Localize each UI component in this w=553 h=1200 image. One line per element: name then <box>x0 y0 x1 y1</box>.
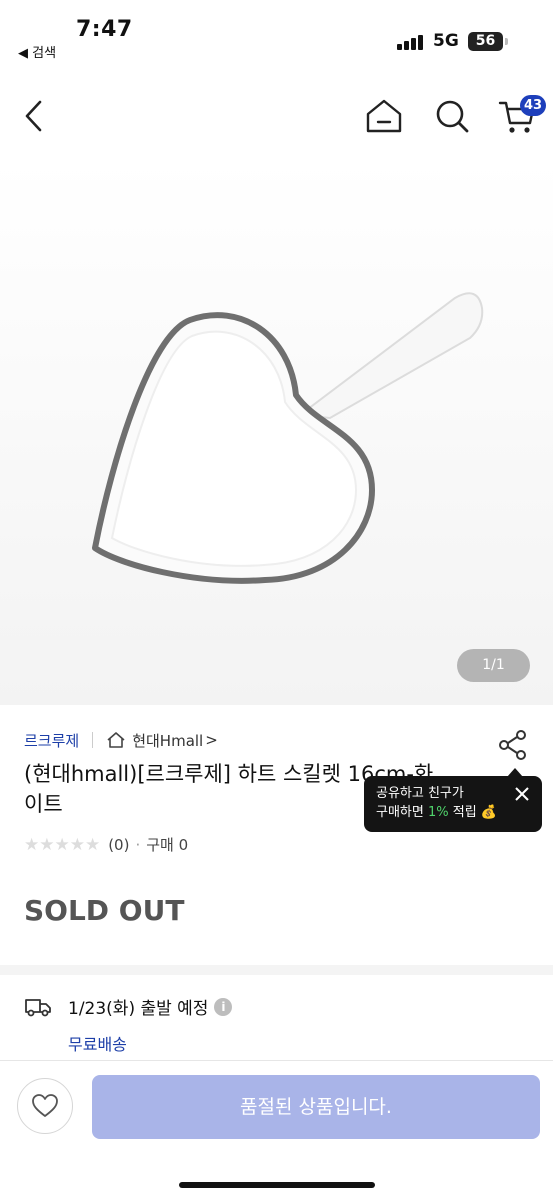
purchase-count: 구매 0 <box>146 836 189 854</box>
home-icon <box>107 732 125 748</box>
review-count[interactable]: (0) <box>108 836 129 854</box>
back-to-app-link[interactable]: ◀ 검색 <box>18 42 56 61</box>
mall-link[interactable]: 현대Hmall > <box>106 730 218 751</box>
separator-dot: · <box>135 835 141 854</box>
brand-row: 르크루제 현대Hmall > <box>24 730 218 750</box>
wishlist-button[interactable] <box>17 1078 73 1134</box>
share-icon <box>499 730 526 760</box>
brand-link[interactable]: 르크루제 <box>24 730 79 751</box>
home-icon <box>366 99 402 133</box>
home-indicator <box>179 1182 375 1188</box>
chevron-right-icon: > <box>205 731 218 749</box>
star-rating-icon: ★★★★★ <box>24 834 101 855</box>
network-type: 5G <box>433 31 459 51</box>
status-bar: 7:47 ◀ 검색 5G 56 <box>0 0 553 70</box>
signal-icon <box>397 34 427 50</box>
back-icon <box>25 100 42 132</box>
cart-count-badge: 43 <box>520 95 546 116</box>
shipping-date: 1/23(화) 출발 예정 <box>68 999 209 1019</box>
rating-row: ★★★★★ (0) · 구매 0 <box>24 834 188 855</box>
divider <box>92 732 94 748</box>
back-button[interactable] <box>12 94 56 138</box>
shipping-row: 1/23(화) 출발 예정 i <box>24 994 233 1019</box>
product-image-area[interactable] <box>0 160 553 705</box>
reward-percent: 1% <box>427 805 449 820</box>
tooltip-line-2: 구매하면 1% 적립 💰 <box>376 805 497 820</box>
top-nav <box>0 88 553 148</box>
product-image <box>92 292 484 584</box>
home-button[interactable] <box>362 94 406 138</box>
sold-out-button[interactable]: 품절된 상품입니다. <box>92 1075 540 1139</box>
section-divider <box>0 965 553 975</box>
mall-label: 현대Hmall <box>132 731 204 750</box>
close-icon <box>515 787 529 801</box>
status-time: 7:47 <box>76 17 133 42</box>
info-icon[interactable]: i <box>214 997 233 1016</box>
sold-out-label: SOLD OUT <box>24 894 185 927</box>
search-icon <box>436 100 469 133</box>
search-button[interactable] <box>430 94 474 138</box>
battery-icon: 56 <box>468 32 503 51</box>
tooltip-close-button[interactable] <box>512 784 532 804</box>
free-shipping-label: 무료배송 <box>68 1035 127 1054</box>
image-pager: 1/1 <box>457 649 530 682</box>
battery-nub <box>505 38 508 45</box>
share-button[interactable] <box>496 728 530 762</box>
truck-icon <box>25 998 51 1016</box>
heart-icon <box>32 1094 58 1117</box>
